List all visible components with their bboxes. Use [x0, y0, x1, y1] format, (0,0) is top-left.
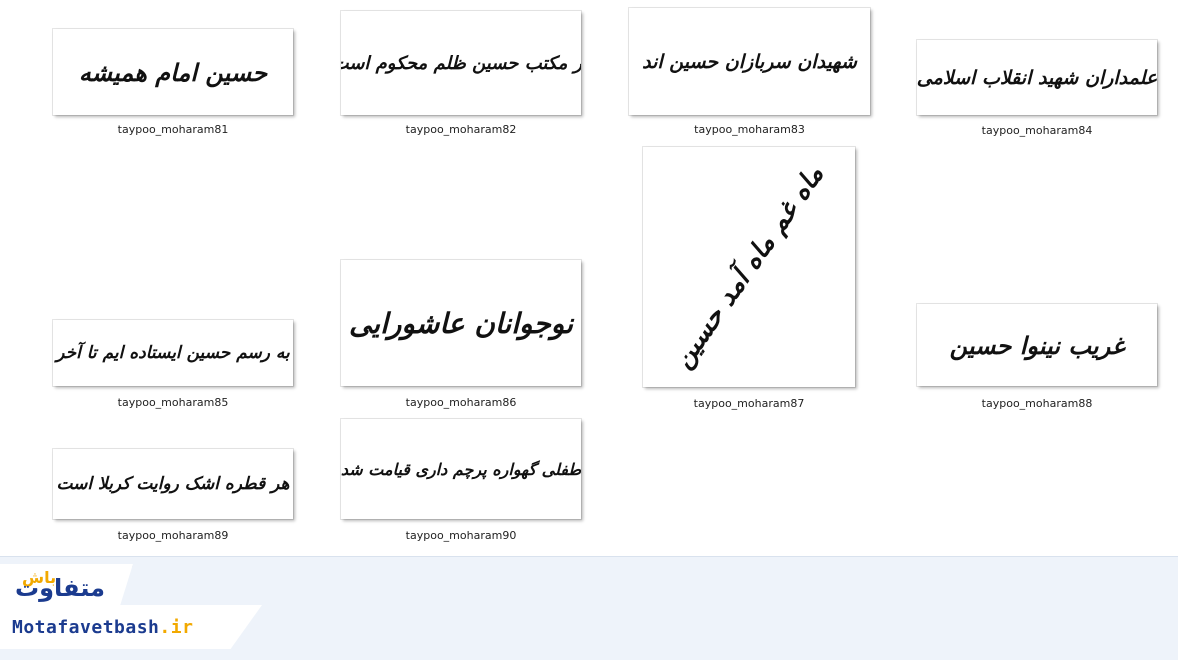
calligraphy-82: در مکتب حسین ظلم محکوم است	[341, 52, 581, 74]
calligraphy-84: علمداران شهید انقلاب اسلامی	[917, 66, 1157, 89]
url-part-1: Motafavet	[12, 617, 115, 638]
calligraphy-87: ماه غم ماه آمد حسین	[667, 160, 831, 374]
file-label-88: taypoo_moharam88	[981, 397, 1093, 410]
thumbnail-88: غریب نینوا حسین	[917, 304, 1157, 386]
calligraphy-88: غریب نینوا حسین	[949, 330, 1125, 360]
thumbnail-82: در مکتب حسین ظلم محکوم است	[341, 11, 581, 115]
calligraphy-85: به رسم حسین ایستاده ایم تا آخر	[56, 343, 290, 363]
logo-main-text: متفاوت	[15, 574, 105, 602]
watermark-footer: باش متفاوت Motafavetbash.ir	[0, 556, 1178, 660]
file-item-84[interactable]: علمداران شهید انقلاب اسلامی taypoo_mohar…	[917, 40, 1157, 139]
file-item-89[interactable]: هر قطره اشک روایت کربلا است taypoo_mohar…	[53, 449, 293, 542]
file-item-86[interactable]: نوجوانان عاشورایی taypoo_moharam86	[341, 260, 581, 409]
file-label-86: taypoo_moharam86	[405, 396, 517, 409]
url-part-2: bash	[114, 617, 160, 638]
thumbnail-83: شهیدان سربازان حسین اند	[629, 8, 870, 115]
calligraphy-90: طفلی گهواره پرچم داری قیامت شد	[341, 459, 581, 479]
thumbnail-85: به رسم حسین ایستاده ایم تا آخر	[53, 320, 293, 386]
file-item-81[interactable]: حسین امام همیشه taypoo_moharam81	[53, 29, 293, 139]
file-item-87[interactable]: ماه غم ماه آمد حسین taypoo_moharam87	[643, 147, 855, 410]
file-label-89: taypoo_moharam89	[117, 529, 229, 542]
calligraphy-81: حسین امام همیشه	[78, 57, 268, 87]
calligraphy-89: هر قطره اشک روایت کربلا است	[56, 474, 290, 494]
url-part-3: .ir	[159, 617, 194, 638]
calligraphy-86: نوجوانان عاشورایی	[348, 306, 574, 340]
thumbnail-90: طفلی گهواره پرچم داری قیامت شد	[341, 419, 581, 519]
file-label-82: taypoo_moharam82	[405, 123, 517, 136]
thumbnail-89: هر قطره اشک روایت کربلا است	[53, 449, 293, 519]
thumbnail-84: علمداران شهید انقلاب اسلامی	[917, 40, 1157, 115]
file-label-85: taypoo_moharam85	[117, 396, 229, 409]
thumbnail-86: نوجوانان عاشورایی	[341, 260, 581, 386]
file-browser-view: حسین امام همیشه taypoo_moharam81 در مکتب…	[0, 0, 1178, 556]
file-item-88[interactable]: غریب نینوا حسین taypoo_moharam88	[917, 304, 1157, 410]
file-item-90[interactable]: طفلی گهواره پرچم داری قیامت شد taypoo_mo…	[341, 419, 581, 542]
thumbnail-81: حسین امام همیشه	[53, 29, 293, 115]
file-label-87: taypoo_moharam87	[693, 397, 805, 410]
file-label-81: taypoo_moharam81	[117, 123, 229, 136]
file-label-84: taypoo_moharam84	[981, 124, 1093, 137]
brand-url: Motafavetbash.ir	[12, 617, 193, 638]
thumbnail-87: ماه غم ماه آمد حسین	[643, 147, 855, 387]
brand-url-banner: Motafavetbash.ir	[0, 605, 262, 649]
file-label-83: taypoo_moharam83	[694, 123, 805, 136]
calligraphy-83: شهیدان سربازان حسین اند	[642, 50, 857, 73]
file-item-83[interactable]: شهیدان سربازان حسین اند taypoo_moharam83	[629, 8, 870, 139]
file-label-90: taypoo_moharam90	[405, 529, 517, 542]
file-item-82[interactable]: در مکتب حسین ظلم محکوم است taypoo_mohara…	[341, 11, 581, 139]
file-item-85[interactable]: به رسم حسین ایستاده ایم تا آخر taypoo_mo…	[53, 320, 293, 409]
